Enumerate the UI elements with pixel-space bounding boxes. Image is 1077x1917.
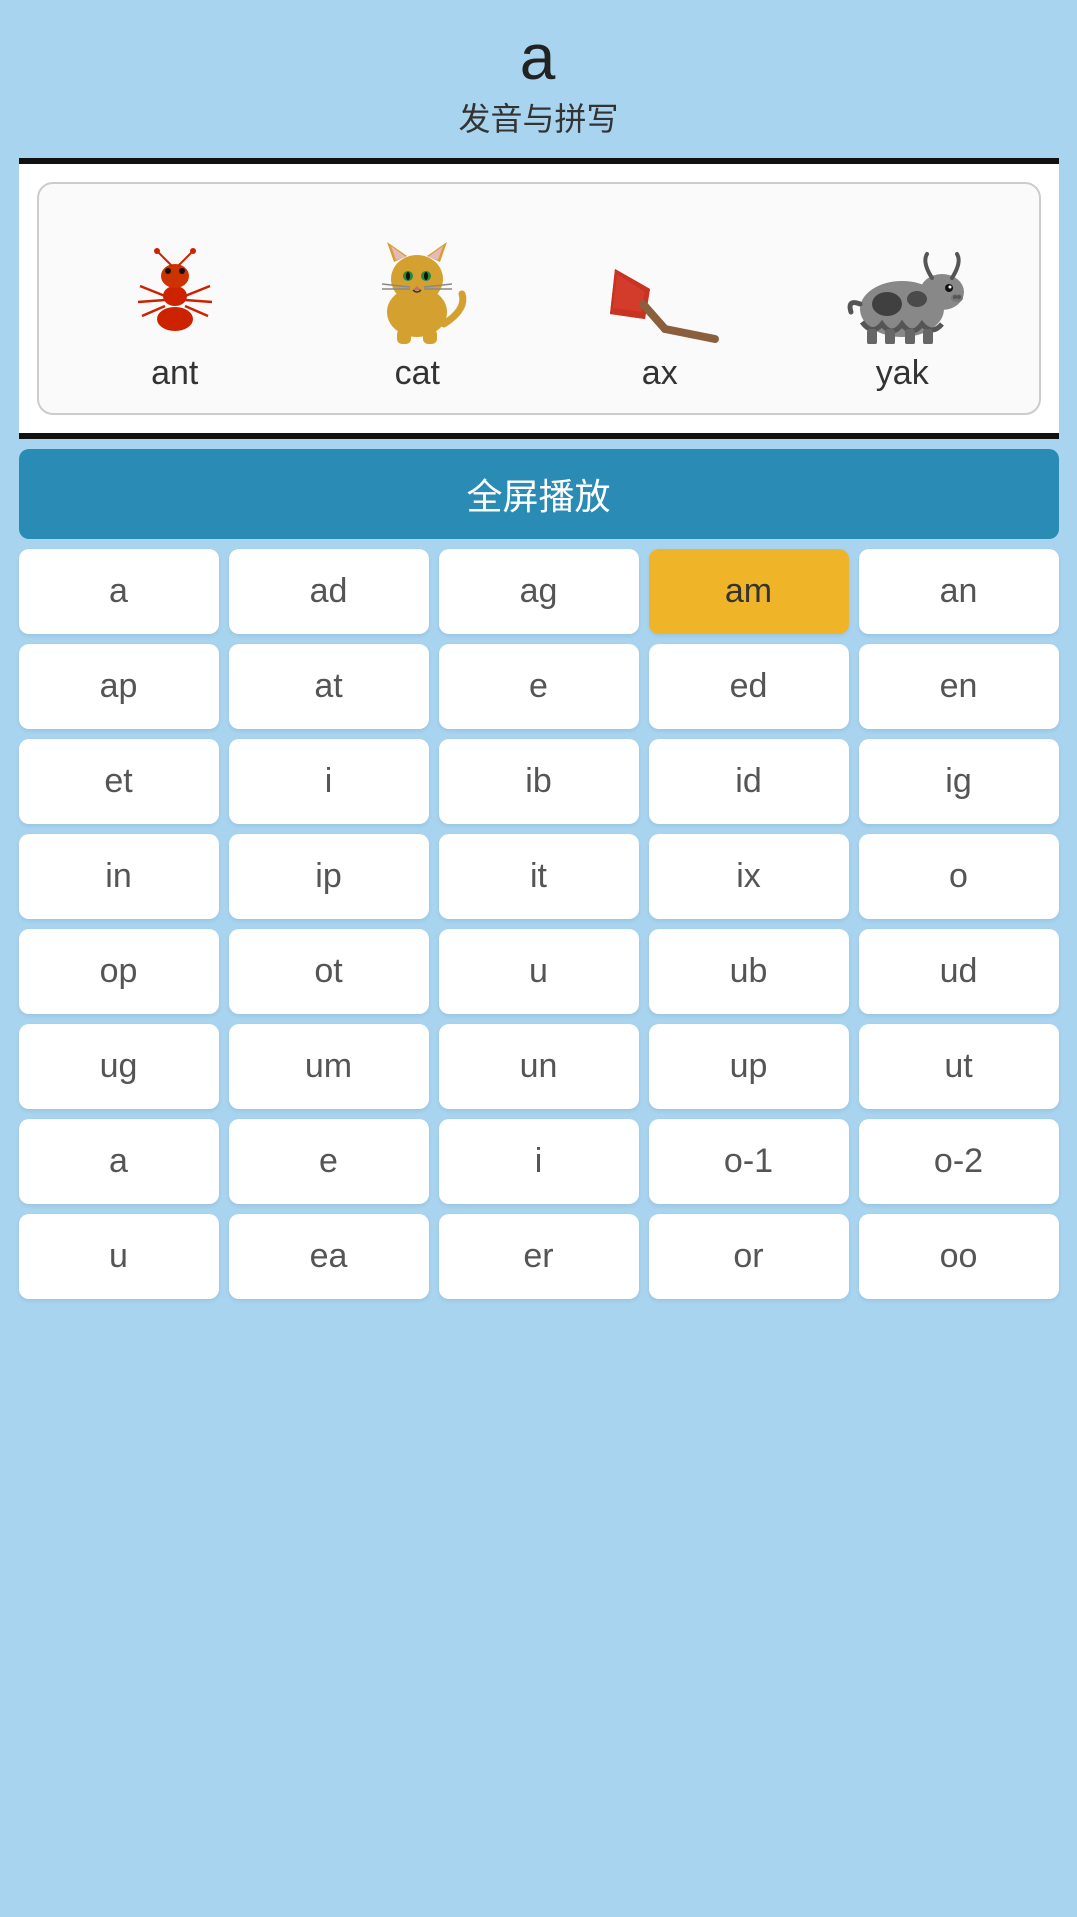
flashcard-images: ant [59,214,1019,393]
phonics-btn-op[interactable]: op [19,929,219,1014]
ant-label: ant [151,354,198,393]
flashcard-item-ax: ax [544,214,777,393]
phonics-btn-um[interactable]: um [229,1024,429,1109]
phonics-btn-ag[interactable]: ag [439,549,639,634]
ax-icon [595,254,725,344]
phonics-btn-u[interactable]: u [19,1214,219,1299]
phonics-btn-in[interactable]: in [19,834,219,919]
flashcard-item-cat: cat [301,214,534,393]
phonics-btn-e[interactable]: e [229,1119,429,1204]
phonics-btn-ib[interactable]: ib [439,739,639,824]
phonics-btn-ap[interactable]: ap [19,644,219,729]
phonics-btn-ix[interactable]: ix [649,834,849,919]
phonics-btn-o[interactable]: o [859,834,1059,919]
phonics-btn-en[interactable]: en [859,644,1059,729]
phonics-btn-un[interactable]: un [439,1024,639,1109]
phonics-btn-ot[interactable]: ot [229,929,429,1014]
flashcard-inner: ant [37,182,1041,415]
fullscreen-button[interactable]: 全屏播放 [19,449,1059,539]
phonics-btn-er[interactable]: er [439,1214,639,1299]
page-subtitle: 发音与拼写 [458,94,618,140]
phonics-btn-e[interactable]: e [439,644,639,729]
phonics-btn-o1[interactable]: o-1 [649,1119,849,1204]
phonics-btn-at[interactable]: at [229,644,429,729]
phonics-btn-ip[interactable]: ip [229,834,429,919]
phonics-btn-ad[interactable]: ad [229,549,429,634]
phonics-btn-ug[interactable]: ug [19,1024,219,1109]
phonics-btn-am[interactable]: am [649,549,849,634]
phonics-btn-or[interactable]: or [649,1214,849,1299]
phonics-btn-a[interactable]: a [19,1119,219,1204]
flashcard-item-yak: yak [786,214,1019,393]
phonics-btn-up[interactable]: up [649,1024,849,1109]
ax-label: ax [642,354,678,393]
phonics-btn-o2[interactable]: o-2 [859,1119,1059,1204]
phonics-btn-a[interactable]: a [19,549,219,634]
phonics-btn-ut[interactable]: ut [859,1024,1059,1109]
flashcard-container: ant [19,158,1059,439]
page-title: a [520,20,558,94]
phonics-grid: aadagamanapateedenetiibidiginipitixoopot… [19,549,1059,1319]
phonics-btn-i[interactable]: i [229,739,429,824]
phonics-btn-ed[interactable]: ed [649,644,849,729]
phonics-btn-id[interactable]: id [649,739,849,824]
phonics-btn-it[interactable]: it [439,834,639,919]
phonics-btn-ig[interactable]: ig [859,739,1059,824]
phonics-btn-an[interactable]: an [859,549,1059,634]
yak-label: yak [876,354,929,393]
flashcard-item-ant: ant [59,214,292,393]
phonics-btn-oo[interactable]: oo [859,1214,1059,1299]
phonics-btn-ud[interactable]: ud [859,929,1059,1014]
cat-label: cat [395,354,440,393]
yak-icon [837,244,967,344]
phonics-btn-ub[interactable]: ub [649,929,849,1014]
phonics-btn-i[interactable]: i [439,1119,639,1204]
ant-icon [110,244,240,344]
phonics-btn-et[interactable]: et [19,739,219,824]
phonics-btn-ea[interactable]: ea [229,1214,429,1299]
phonics-btn-u[interactable]: u [439,929,639,1014]
cat-icon [362,234,472,344]
